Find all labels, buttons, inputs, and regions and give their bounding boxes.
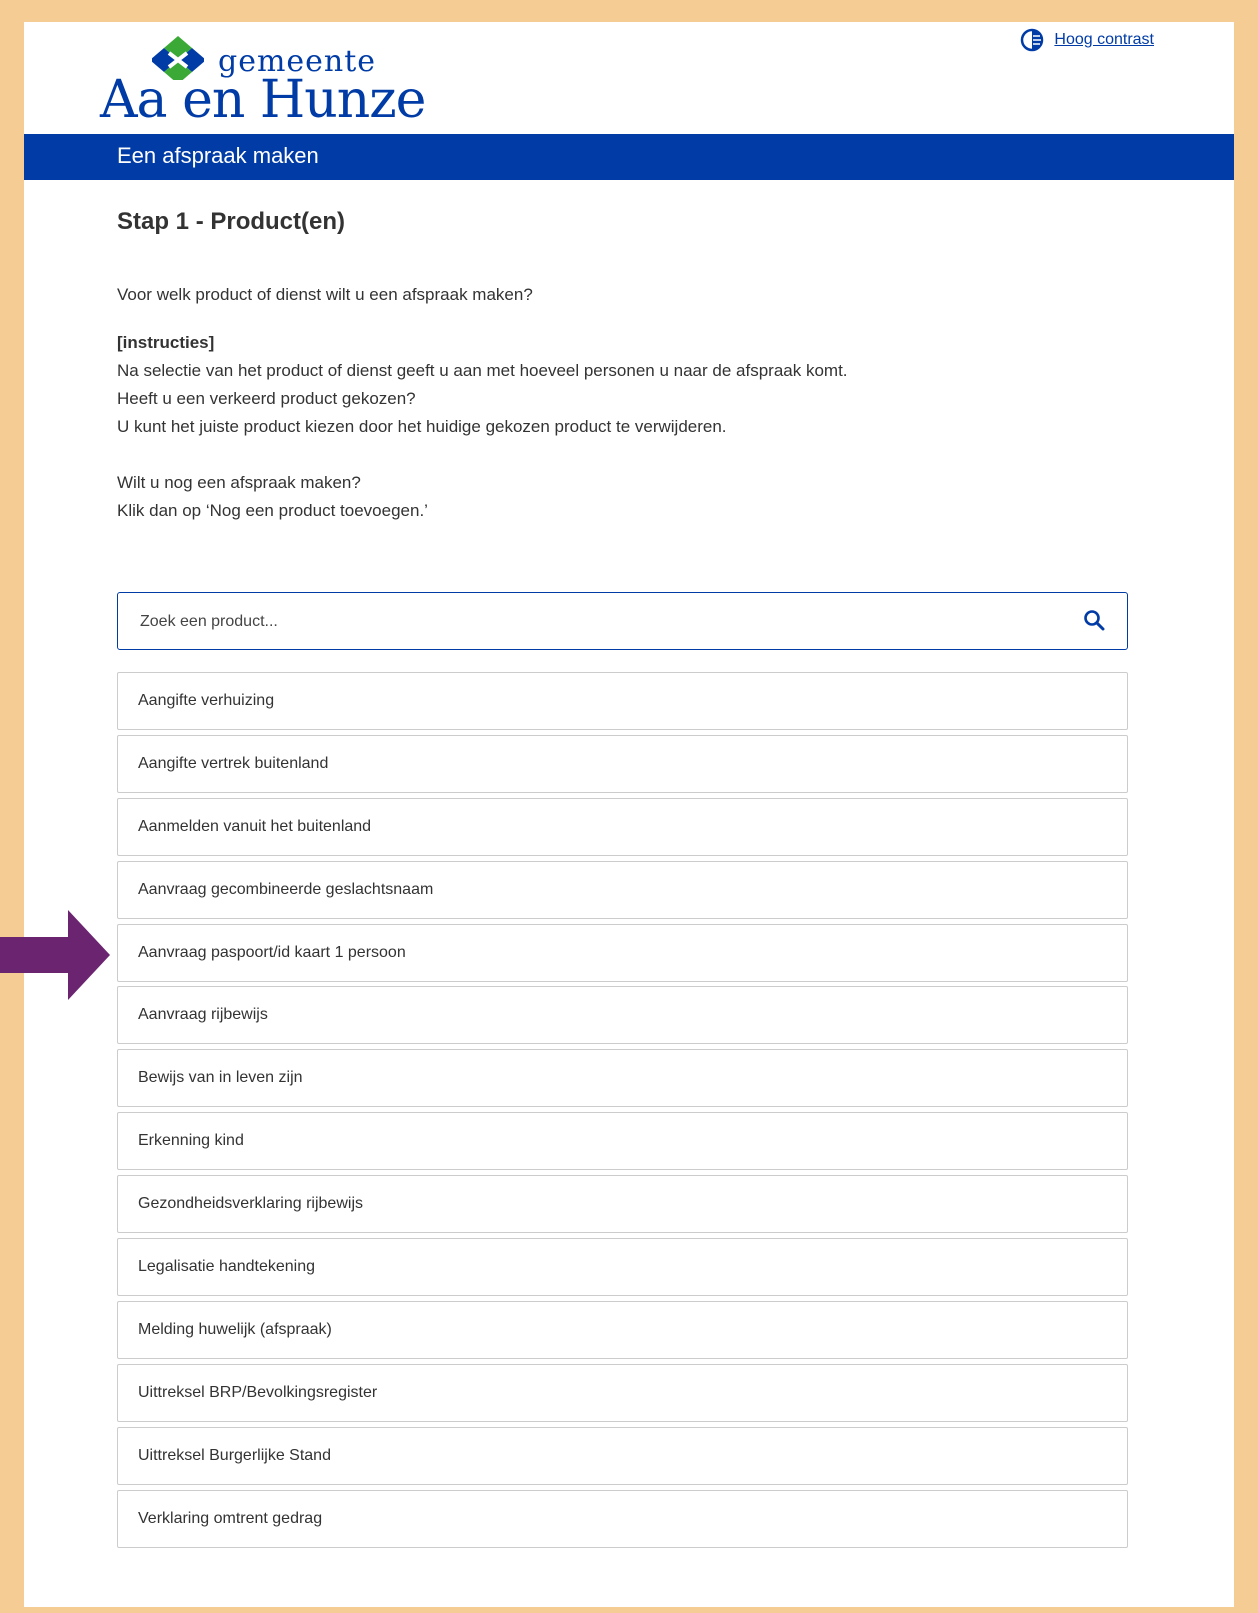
municipality-logo[interactable]: gemeente Aa en Hunze [100,36,460,131]
product-item[interactable]: Verklaring omtrent gedrag [117,1489,1128,1548]
instructions-block: [instructies] Na selectie van het produc… [117,329,1130,441]
page-container: gemeente Aa en Hunze Hoog contrast Een a… [24,22,1234,1607]
high-contrast-link[interactable]: Hoog contrast [1054,31,1154,49]
product-list: Aangifte verhuizing Aangifte vertrek bui… [117,672,1128,1552]
instructions-line: U kunt het juiste product kiezen door he… [117,417,727,436]
product-item[interactable]: Bewijs van in leven zijn [117,1049,1128,1108]
product-item[interactable]: Erkenning kind [117,1112,1128,1171]
instructions-line: Heeft u een verkeerd product gekozen? [117,389,416,408]
banner-title: Een afspraak maken [117,143,319,168]
product-item[interactable]: Aanmelden vanuit het buitenland [117,797,1128,856]
contrast-icon [1021,28,1044,52]
product-item[interactable]: Aanvraag gecombineerde geslachtsnaam [117,860,1128,919]
product-item[interactable]: Aanvraag paspoort/id kaart 1 persoon [117,923,1128,982]
high-contrast-toggle[interactable]: Hoog contrast [1020,28,1154,52]
product-item[interactable]: Aangifte vertrek buitenland [117,734,1128,793]
arrow-right-icon [0,910,110,1000]
more-line: Wilt u nog een afspraak maken? [117,473,361,492]
more-line: Klik dan op ‘Nog een product toevoegen.’ [117,501,428,520]
product-item[interactable]: Uittreksel Burgerlijke Stand [117,1426,1128,1485]
header: gemeente Aa en Hunze Hoog contrast [24,22,1234,134]
product-item[interactable]: Melding huwelijk (afspraak) [117,1300,1128,1359]
instructions-heading: [instructies] [117,333,215,352]
product-item[interactable]: Gezondheidsverklaring rijbewijs [117,1175,1128,1234]
step-content: Stap 1 - Product(en) Voor welk product o… [117,208,1130,525]
product-item[interactable]: Legalisatie handtekening [117,1238,1128,1297]
product-search[interactable] [117,592,1128,650]
search-input[interactable] [138,607,1042,637]
product-item[interactable]: Uittreksel BRP/Bevolkingsregister [117,1363,1128,1422]
step-title: Stap 1 - Product(en) [117,208,346,235]
product-item[interactable]: Aanvraag rijbewijs [117,986,1128,1045]
page-banner: Een afspraak maken [24,134,1234,180]
logo-name-text: Aa en Hunze [100,70,426,130]
search-icon[interactable] [1083,609,1105,631]
instructions-line: Na selectie van het product of dienst ge… [117,361,848,380]
step-question: Voor welk product of dienst wilt u een a… [117,285,533,304]
more-appointments-text: Wilt u nog een afspraak maken? Klik dan … [117,469,1130,525]
product-item[interactable]: Aangifte verhuizing [117,672,1128,730]
